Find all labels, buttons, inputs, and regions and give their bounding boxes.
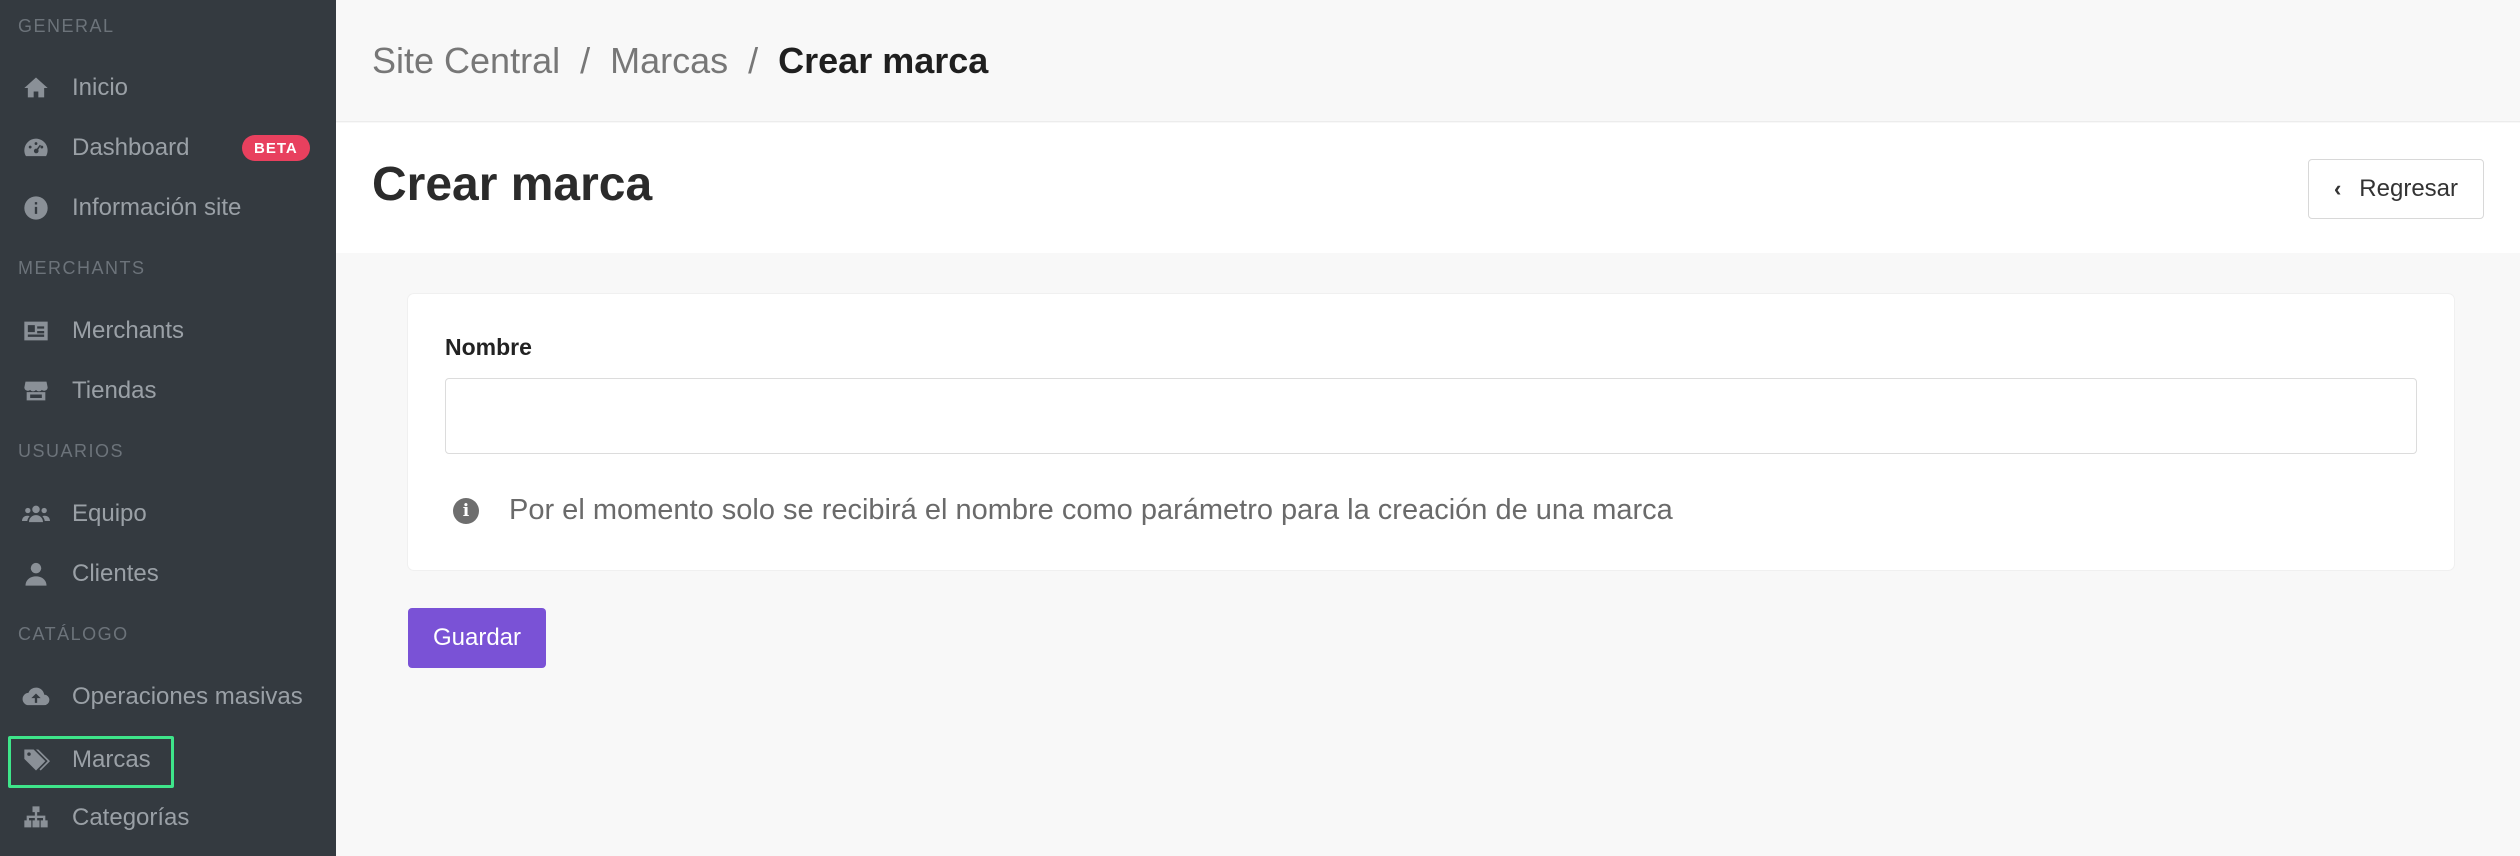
users-icon bbox=[20, 498, 52, 530]
breadcrumb-separator: / bbox=[580, 39, 591, 81]
form-card: Nombre i Por el momento solo se recibirá… bbox=[408, 294, 2454, 570]
hint-text: Por el momento solo se recibirá el nombr… bbox=[509, 494, 1673, 526]
sidebar-item-merchants[interactable]: Merchants bbox=[0, 305, 336, 357]
section-label-general: GENERAL bbox=[18, 16, 115, 36]
sidebar-item-label: Información site bbox=[72, 194, 242, 221]
sidebar-item-label: Tiendas bbox=[72, 377, 157, 404]
sidebar-item-tiendas[interactable]: Tiendas bbox=[0, 365, 336, 417]
sidebar-item-label: Marcas bbox=[72, 746, 151, 773]
breadcrumb-parent[interactable]: Marcas bbox=[610, 40, 728, 82]
id-card-icon bbox=[20, 315, 52, 347]
name-field-label: Nombre bbox=[445, 334, 532, 360]
sidebar-item-label: Merchants bbox=[72, 317, 185, 344]
sidebar-item-label: Clientes bbox=[72, 560, 159, 587]
sitemap-icon bbox=[20, 802, 52, 834]
breadcrumb: Site Central / Marcas / Crear marca bbox=[336, 0, 2520, 122]
section-label-catalogo: CATÁLOGO bbox=[18, 624, 129, 644]
beta-badge: BETA bbox=[242, 135, 310, 161]
sidebar-item-label: Equipo bbox=[72, 500, 147, 527]
store-icon bbox=[20, 375, 52, 407]
back-button-label: Regresar bbox=[2359, 175, 2459, 202]
breadcrumb-current: Crear marca bbox=[778, 39, 989, 81]
sidebar: GENERAL Inicio Dashboard BETA Informació… bbox=[0, 0, 336, 856]
sidebar-item-marcas[interactable]: Marcas bbox=[0, 734, 336, 788]
save-button[interactable]: Guardar bbox=[408, 608, 546, 668]
breadcrumb-root[interactable]: Site Central bbox=[372, 40, 560, 82]
sidebar-item-info-site[interactable]: Información site bbox=[0, 182, 336, 234]
info-circle-icon bbox=[20, 192, 52, 224]
sidebar-item-equipo[interactable]: Equipo bbox=[0, 488, 336, 540]
page-header: Crear marca ‹ Regresar bbox=[336, 123, 2520, 253]
back-button[interactable]: ‹ Regresar bbox=[2308, 159, 2484, 219]
sidebar-item-clientes[interactable]: Clientes bbox=[0, 548, 336, 600]
home-icon bbox=[20, 72, 52, 104]
tags-icon bbox=[20, 744, 52, 776]
sidebar-item-label: Operaciones masivas bbox=[72, 683, 303, 710]
sidebar-item-label: Inicio bbox=[72, 74, 129, 101]
cloud-upload-icon bbox=[20, 681, 52, 713]
sidebar-item-operaciones[interactable]: Operaciones masivas bbox=[0, 671, 336, 723]
section-label-merchants: MERCHANTS bbox=[18, 258, 146, 278]
sidebar-item-inicio[interactable]: Inicio bbox=[0, 62, 336, 114]
sidebar-item-label: Dashboard bbox=[72, 134, 190, 161]
form-hint: i Por el momento solo se recibirá el nom… bbox=[445, 494, 1673, 527]
section-label-usuarios: USUARIOS bbox=[18, 441, 125, 461]
sidebar-item-label: Categorías bbox=[72, 804, 190, 831]
name-field[interactable] bbox=[445, 378, 2417, 454]
info-circle-icon: i bbox=[453, 497, 479, 524]
sidebar-item-categorias[interactable]: Categorías bbox=[0, 792, 336, 844]
sidebar-item-dashboard[interactable]: Dashboard BETA bbox=[0, 122, 336, 174]
breadcrumb-separator: / bbox=[748, 39, 759, 81]
gauge-icon bbox=[20, 132, 52, 164]
user-icon bbox=[20, 558, 52, 590]
page-title: Crear marca bbox=[372, 158, 653, 211]
chevron-left-icon: ‹ bbox=[2333, 176, 2342, 201]
